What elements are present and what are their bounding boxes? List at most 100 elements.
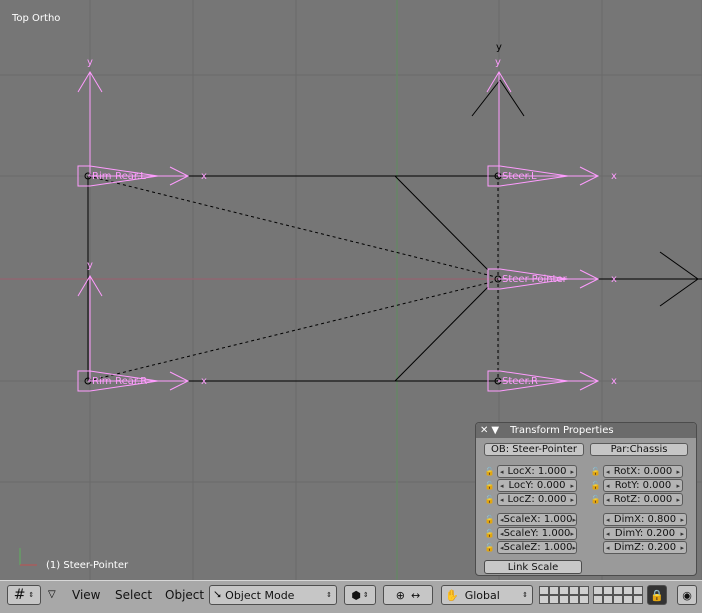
menu-view[interactable]: View [72,588,100,602]
viewport-title: Top Ortho [12,13,61,24]
increment-icon[interactable]: ▸ [572,544,576,552]
increment-icon[interactable]: ▸ [570,482,574,490]
field-value: RotY: 0.000 [614,480,672,491]
y-axis-label-world: y [496,42,502,53]
panel-title: Transform Properties [510,425,614,436]
x-axis-label: x [201,171,207,182]
increment-icon[interactable]: ▸ [570,530,574,538]
decrement-icon[interactable]: ◂ [606,482,610,490]
mode-label: Object Mode [225,588,295,602]
scale-field[interactable]: ◂ ScaleY: 1.000 ▸ [497,527,577,540]
bone-label: Steer.L [502,171,537,182]
bone-rim-rear-r: x Rim-Rear.R [77,370,207,392]
decrement-icon[interactable]: ◂ [606,496,610,504]
lock-toggle-icon[interactable]: 🔓 [590,466,601,477]
bone-label: Rim-Rear.R [92,376,147,387]
field-value: LocX: 1.000 [507,466,567,477]
rot-field[interactable]: ◂ RotZ: 0.000 ▸ [603,493,683,506]
object-mode-icon: ⭨ [214,588,222,601]
orientation-select[interactable]: ✋ Global ⇕ [441,585,533,605]
bone-label: Steer-Pointer [502,274,568,285]
lock-icon[interactable]: 🔒 [647,585,667,605]
layer-buttons-b[interactable] [593,586,643,604]
mode-select[interactable]: ⭨ Object Mode ⇕ [209,585,337,605]
3d-viewport[interactable]: x Rim-Rear.L x Rim-Rear.R x Steer.L x Steer.R x S… [0,0,702,581]
bone-steer-l: x Steer.L [487,165,617,187]
increment-icon[interactable]: ▸ [676,482,680,490]
loc-field[interactable]: ◂ LocX: 1.000 ▸ [497,465,577,478]
lock-toggle-icon[interactable]: 🔓 [484,542,495,553]
bone-label: Steer.R [502,376,538,387]
scale-field[interactable]: ◂ ScaleZ: 1.000 ▸ [497,541,577,554]
bone-rim-rear-l: x Rim-Rear.L [77,165,207,187]
dim-field[interactable]: ◂ DimZ: 0.200 ▸ [603,541,687,554]
rot-field[interactable]: ◂ RotY: 0.000 ▸ [603,479,683,492]
dropdown-arrow-icon: ⇕ [326,591,332,599]
lock-toggle-icon[interactable]: 🔓 [484,494,495,505]
field-value: DimX: 0.800 [613,514,677,525]
transform-properties-panel: ✕ ▼ Transform Properties OB: Steer-Point… [475,422,697,576]
lock-toggle-icon[interactable]: 🔓 [484,480,495,491]
lock-toggle-icon[interactable]: 🔓 [484,528,495,539]
dim-field[interactable]: ◂ DimY: 0.200 ▸ [603,527,687,540]
x-axis-label: x [611,376,617,387]
menu-collapse-icon[interactable]: ▽ [48,589,56,600]
increment-icon[interactable]: ▸ [676,468,680,476]
lock-toggle-icon[interactable]: 🔓 [484,466,495,477]
y-axis-arrows [77,71,512,381]
decrement-icon[interactable]: ◂ [500,496,504,504]
y-axis-label-rear-l: y [87,57,93,68]
orientation-label: Global [464,588,500,602]
increment-icon[interactable]: ▸ [676,496,680,504]
dim-field[interactable]: ◂ DimX: 0.800 ▸ [603,513,687,526]
decrement-icon[interactable]: ◂ [500,482,504,490]
rot-field[interactable]: ◂ RotX: 0.000 ▸ [603,465,683,478]
collapse-icon[interactable]: ▼ [491,425,499,436]
increment-icon[interactable]: ▸ [570,468,574,476]
menu-object[interactable]: Object [165,588,204,602]
editor-type-button[interactable]: # ⇕ [7,585,41,605]
increment-icon[interactable]: ▸ [572,516,576,524]
loc-field[interactable]: ◂ LocY: 0.000 ▸ [497,479,577,492]
parent-field[interactable]: Par:Chassis [590,443,688,456]
decrement-icon[interactable]: ◂ [606,468,610,476]
lock-toggle-icon[interactable]: 🔓 [590,494,601,505]
chevron-icon: ⇕ [362,591,369,599]
close-icon[interactable]: ✕ [480,425,488,436]
menu-select[interactable]: Select [115,588,152,602]
increment-icon[interactable]: ▸ [680,544,684,552]
increment-icon[interactable]: ▸ [680,516,684,524]
axis-gizmo [19,548,37,566]
pivot-icon: ⊕ [395,588,405,602]
lock-toggle-icon[interactable]: 🔓 [590,480,601,491]
lock-toggle-icon[interactable]: 🔓 [484,514,495,525]
decrement-icon[interactable]: ◂ [606,544,610,552]
field-value: DimY: 0.200 [614,528,676,539]
decrement-icon[interactable]: ◂ [606,516,610,524]
increment-icon[interactable]: ▸ [570,496,574,504]
active-object-status: (1) Steer-Pointer [46,560,129,571]
link-scale-button[interactable]: Link Scale [484,560,582,574]
transform-icon: ↔ [411,588,421,602]
y-axis-label-steer-l: y [495,57,501,68]
rig-lines [87,79,702,382]
bone-steer-pointer: x Steer-Pointer [487,268,617,290]
draw-type-select[interactable]: ⬢ ⇕ [344,585,376,605]
bone-label: Rim-Rear.L [92,171,146,182]
pivot-select[interactable]: ⊕ ↔ [383,585,433,605]
loc-field[interactable]: ◂ LocZ: 0.000 ▸ [497,493,577,506]
dropdown-arrow-icon: ⇕ [522,591,528,599]
decrement-icon[interactable]: ◂ [500,468,504,476]
x-axis-label: x [611,274,617,285]
panel-header[interactable]: ✕ ▼ Transform Properties [476,423,696,438]
render-icon[interactable]: ◉ [677,585,697,605]
object-name-field[interactable]: OB: Steer-Pointer [484,443,584,456]
scale-field[interactable]: ◂ ScaleX: 1.000 ▸ [497,513,577,526]
cube-icon: ⬢ [351,588,361,602]
decrement-icon[interactable]: ◂ [606,530,610,538]
layer-buttons-a[interactable] [539,586,589,604]
increment-icon[interactable]: ▸ [680,530,684,538]
x-axis-label: x [611,171,617,182]
x-axis-label: x [201,376,207,387]
chevron-icon: ⇕ [28,591,35,599]
